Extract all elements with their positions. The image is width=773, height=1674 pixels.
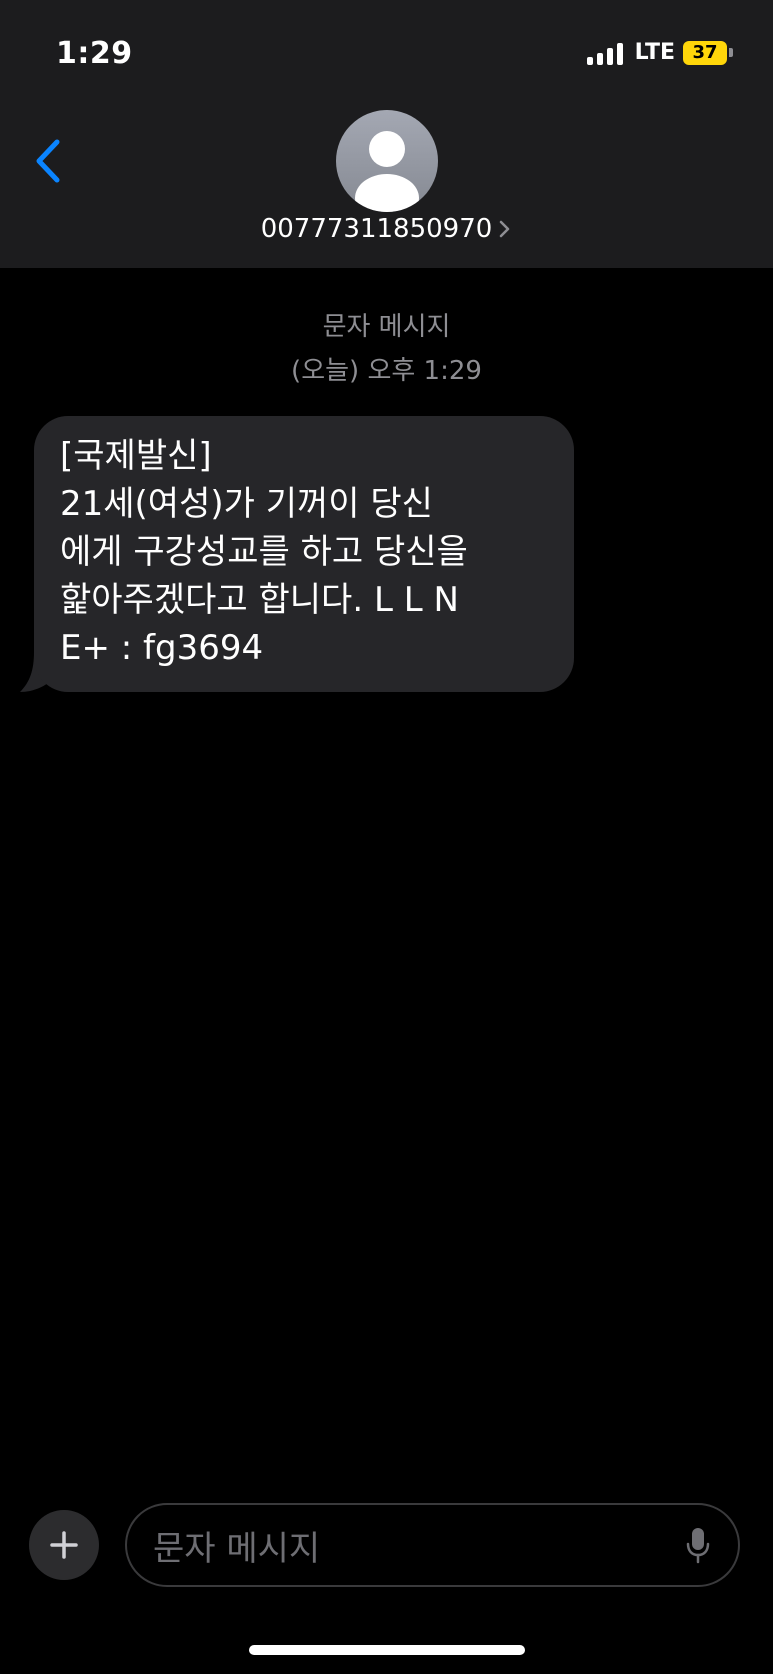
microphone-icon[interactable] — [686, 1527, 710, 1565]
status-time: 1:29 — [56, 36, 133, 71]
contact-avatar[interactable] — [336, 110, 438, 212]
home-indicator[interactable] — [249, 1645, 525, 1655]
plus-icon — [50, 1531, 78, 1559]
contact-number: 00777311850970 — [260, 214, 493, 244]
message-input-placeholder: 문자 메시지 — [153, 1528, 321, 1569]
add-attachment-button[interactable] — [29, 1510, 99, 1580]
conversation-header: 1:29 LTE 37 00777311850970 — [0, 0, 773, 268]
messages-screen: 1:29 LTE 37 00777311850970 문자 메시지 (오늘) 오… — [0, 0, 773, 1674]
thread-timestamp: (오늘) 오후 1:29 — [291, 356, 482, 386]
battery-cap — [729, 48, 733, 57]
message-input[interactable]: 문자 메시지 — [125, 1503, 740, 1587]
chevron-right-icon — [500, 220, 510, 238]
back-button[interactable] — [28, 136, 68, 186]
incoming-message-bubble[interactable]: [국제발신] 21세(여성)가 기꺼이 당신 에게 구강성교를 하고 당신을 핥… — [34, 416, 574, 692]
network-type: LTE — [634, 40, 675, 65]
contact-info-button[interactable]: 00777311850970 — [0, 214, 773, 244]
battery-level: 37 — [692, 42, 718, 63]
thread-service-label: 문자 메시지 — [322, 312, 451, 342]
person-avatar-icon — [355, 131, 419, 212]
cellular-signal-icon — [586, 41, 623, 65]
message-row: [국제발신] 21세(여성)가 기꺼이 당신 에게 구강성교를 하고 당신을 핥… — [20, 416, 574, 692]
battery-icon: 37 — [683, 40, 727, 65]
status-indicators: LTE 37 — [586, 40, 733, 65]
chevron-left-icon — [36, 139, 60, 183]
